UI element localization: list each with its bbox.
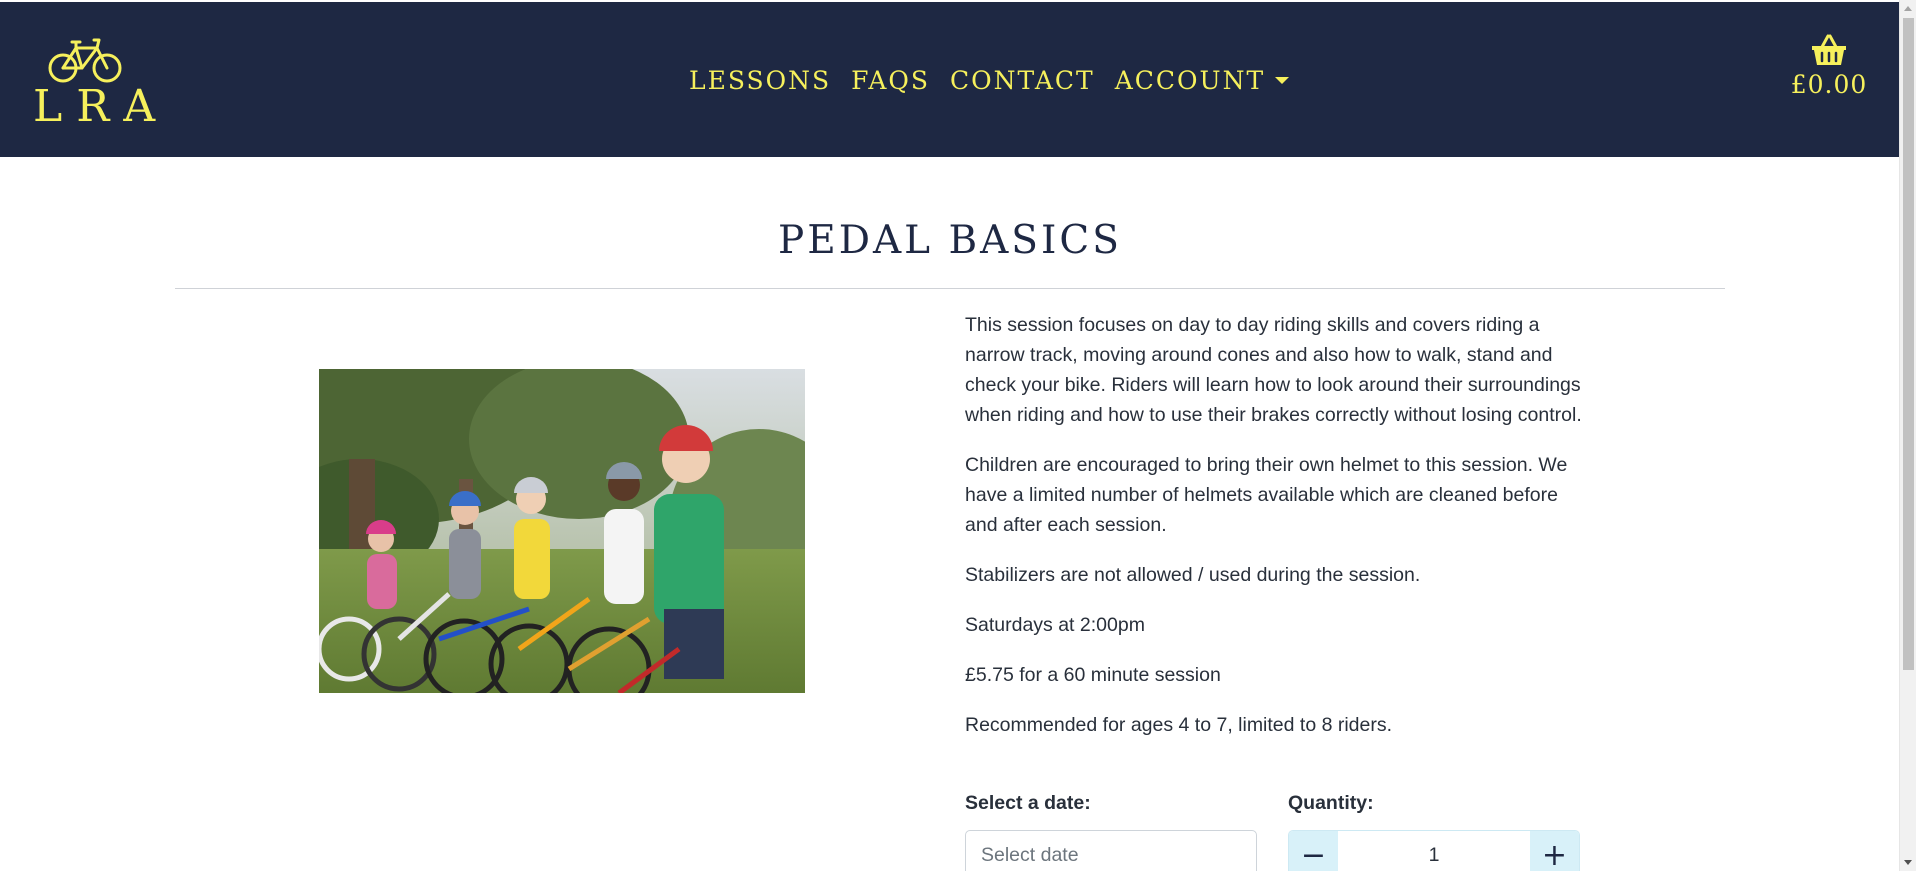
site-header: LRA LESSONS FAQS CONTACT ACCOUNT £0.00 — [0, 2, 1899, 157]
product-description: This session focuses on day to day ridin… — [965, 310, 1585, 760]
logo-text: LRA — [33, 81, 170, 132]
description-paragraph: Stabilizers are not allowed / used durin… — [965, 564, 1421, 586]
basket-icon — [1812, 34, 1846, 65]
description-paragraph: Children are encouraged to bring their o… — [965, 454, 1568, 536]
date-label: Select a date: — [965, 792, 1091, 814]
quantity-label: Quantity: — [1288, 792, 1374, 814]
kids-on-bikes-photo — [319, 369, 805, 693]
nav-link-account: ACCOUNT — [1114, 65, 1266, 95]
bicycle-icon — [48, 38, 122, 83]
decrement-button[interactable]: − — [1289, 831, 1338, 871]
site-logo[interactable]: LRA — [33, 36, 170, 132]
basket-link[interactable]: £0.00 — [1774, 34, 1884, 99]
session-schedule: Saturdays at 2:00pm — [965, 614, 1145, 636]
title-divider — [175, 288, 1725, 289]
nav-link-faqs[interactable]: FAQS — [851, 66, 930, 95]
nav-link-lessons[interactable]: LESSONS — [689, 66, 831, 95]
scroll-down-arrow-icon[interactable] — [1904, 860, 1912, 865]
page: LRA LESSONS FAQS CONTACT ACCOUNT £0.00 P… — [0, 0, 1916, 871]
main-nav: LESSONS FAQS CONTACT ACCOUNT — [689, 62, 1290, 98]
scroll-up-arrow-icon[interactable] — [1904, 6, 1912, 11]
nav-link-contact[interactable]: CONTACT — [950, 66, 1095, 95]
caret-down-icon — [1275, 76, 1290, 84]
scroll-thumb[interactable] — [1903, 18, 1914, 670]
quantity-stepper: − + — [1288, 830, 1580, 871]
basket-total: £0.00 — [1790, 70, 1868, 99]
quantity-input[interactable] — [1338, 831, 1530, 871]
date-picker-input[interactable] — [965, 830, 1257, 871]
product-image — [319, 369, 805, 693]
description-paragraph: This session focuses on day to day ridin… — [965, 314, 1582, 426]
session-price: £5.75 for a 60 minute session — [965, 664, 1221, 686]
vertical-scrollbar[interactable] — [1899, 0, 1916, 871]
page-title: PEDAL BASICS — [778, 218, 1122, 263]
account-dropdown-toggle[interactable]: ACCOUNT — [1114, 65, 1290, 95]
increment-button[interactable]: + — [1530, 831, 1579, 871]
session-ages: Recommended for ages 4 to 7, limited to … — [965, 714, 1393, 736]
